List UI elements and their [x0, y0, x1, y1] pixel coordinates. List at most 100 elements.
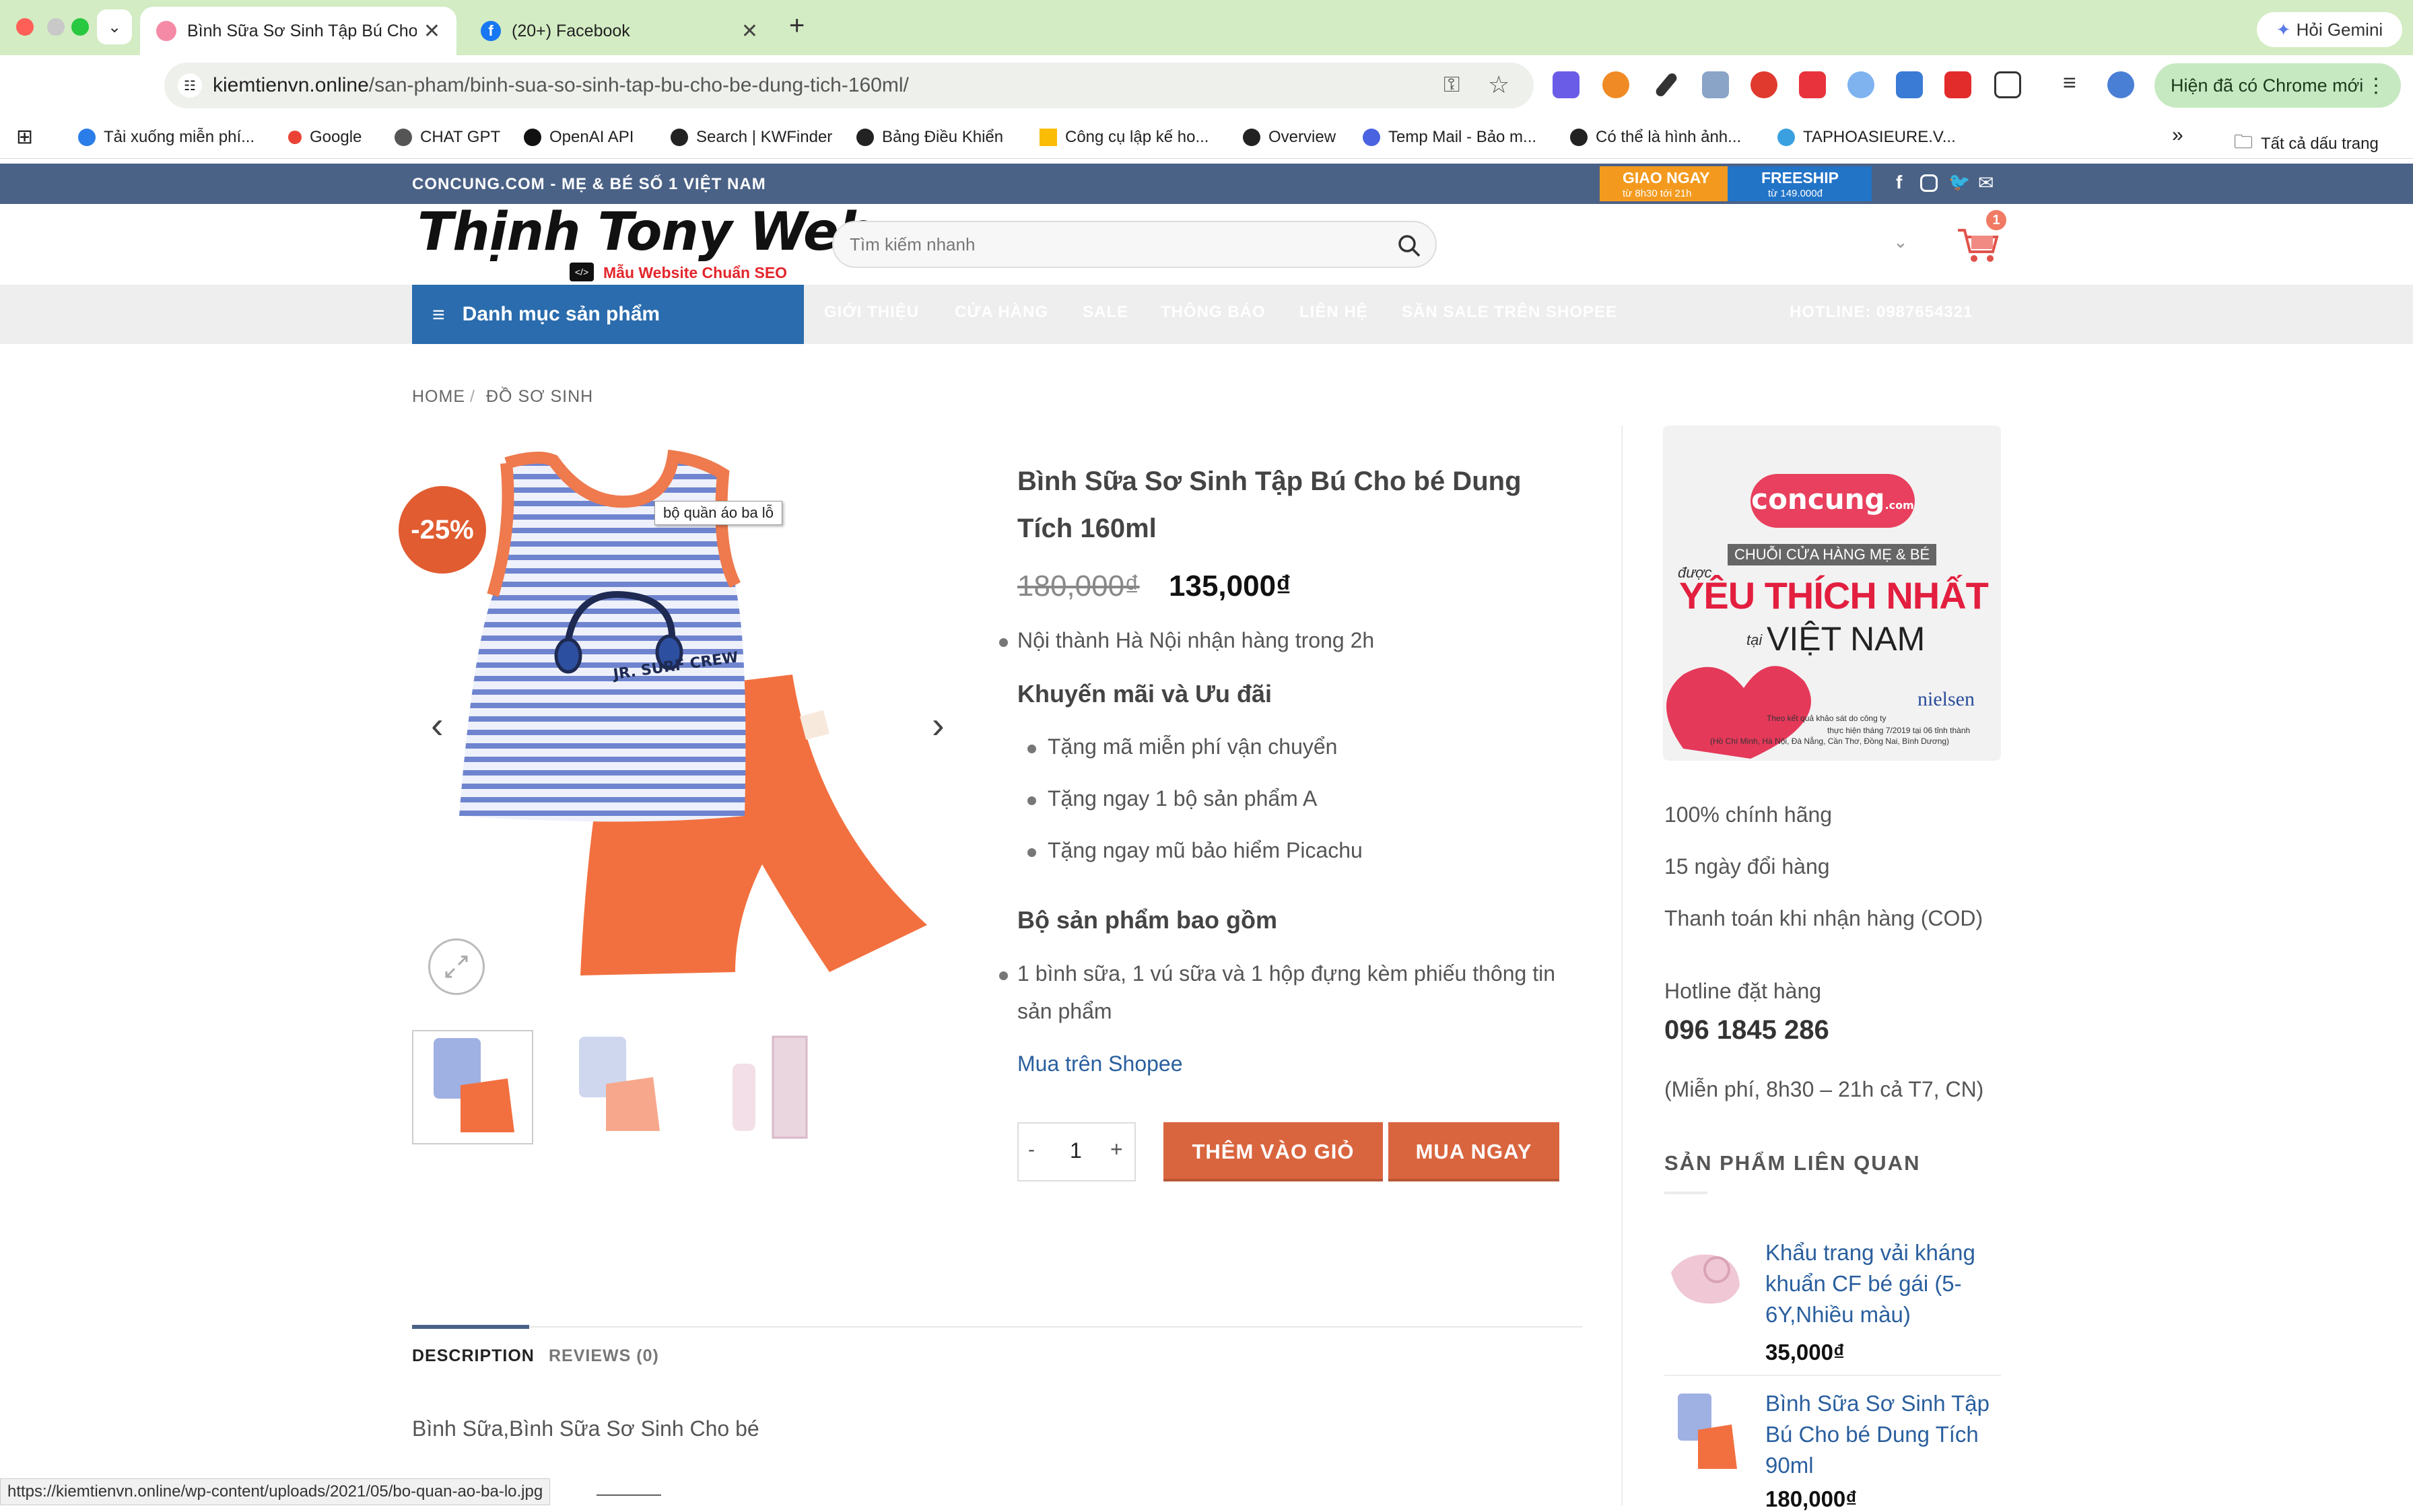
tab-reviews[interactable]: REVIEWS (0): [549, 1346, 659, 1366]
bookmark-item[interactable]: TAPHOASIEURE.V...: [1777, 128, 1956, 147]
bookmark-item[interactable]: Overview: [1243, 128, 1336, 147]
nav-item-shopee-sale[interactable]: SĂN SALE TRÊN SHOPEE: [1402, 303, 1617, 322]
nav-item-news[interactable]: THÔNG BÁO: [1161, 303, 1266, 322]
bookmark-item[interactable]: Tải xuống miễn phí...: [78, 128, 254, 147]
gallery-prev-icon[interactable]: ‹: [431, 703, 444, 747]
quantity-input[interactable]: 1: [1070, 1138, 1082, 1163]
quantity-minus-button[interactable]: -: [1028, 1138, 1035, 1161]
extensions-puzzle-icon[interactable]: [1994, 71, 2021, 98]
column-divider: [1621, 425, 1623, 1505]
nav-item-contact[interactable]: LIÊN HỆ: [1299, 303, 1368, 322]
email-icon[interactable]: ✉: [1978, 172, 1994, 194]
tab-active[interactable]: Bình Sữa Sơ Sinh Tập Bú Cho ✕: [140, 7, 456, 55]
tab-title: Bình Sữa Sơ Sinh Tập Bú Cho: [187, 21, 417, 40]
twitter-icon[interactable]: 🐦: [1948, 172, 1970, 193]
apps-grid-icon[interactable]: ⊞: [16, 125, 33, 149]
google-icon: [288, 131, 302, 144]
promo-fast-delivery[interactable]: GIAO NGAY từ 8h30 tới 21h: [1600, 166, 1728, 201]
password-key-icon[interactable]: ⚿: [1443, 72, 1460, 98]
nav-item-sale[interactable]: SALE: [1083, 303, 1128, 322]
minimize-window-icon[interactable]: [47, 18, 65, 36]
thumbnail-3[interactable]: [712, 1030, 834, 1144]
bookmark-item[interactable]: OpenAI API: [524, 128, 634, 147]
banner-chain-text: CHUỖI CỬA HÀNG MẸ & BÉ: [1728, 544, 1937, 565]
site-info-icon[interactable]: ☷: [178, 73, 202, 98]
gallery-next-icon[interactable]: ›: [932, 703, 945, 747]
extension-chart-icon[interactable]: [1896, 71, 1923, 98]
promo-banner[interactable]: concung.com CHUỖI CỬA HÀNG MẸ & BÉ được …: [1663, 425, 2001, 761]
bookmark-item[interactable]: Search | KWFinder: [671, 128, 832, 147]
extension-play-icon[interactable]: [1799, 71, 1826, 98]
bookmark-item[interactable]: Có thể là hình ảnh...: [1570, 128, 1741, 147]
chrome-update-button[interactable]: Hiện đã có Chrome mới ⋮: [2154, 63, 2401, 108]
profile-avatar[interactable]: [2107, 71, 2134, 98]
bookmarks-overflow-icon[interactable]: »: [2172, 124, 2183, 147]
instagram-icon[interactable]: [1920, 174, 1938, 192]
related-title[interactable]: 90ml: [1765, 1450, 1814, 1481]
account-dropdown-icon[interactable]: ⌄: [1893, 232, 1908, 252]
extension-s-icon[interactable]: [1751, 71, 1777, 98]
related-title[interactable]: Khẩu trang vải kháng: [1765, 1237, 1975, 1268]
bookmark-item[interactable]: Bảng Điều Khiển: [856, 128, 1003, 147]
facebook-icon[interactable]: f: [1896, 172, 1902, 193]
thumbnail-image: [434, 1038, 514, 1132]
search-input[interactable]: Tìm kiếm nhanh: [832, 221, 1437, 268]
ask-gemini-button[interactable]: ✦ Hỏi Gemini: [2257, 12, 2402, 47]
tab-description[interactable]: DESCRIPTION: [412, 1346, 535, 1366]
close-tab-icon[interactable]: ✕: [741, 20, 758, 43]
new-tab-button[interactable]: +: [789, 11, 805, 41]
maximize-window-icon[interactable]: [71, 18, 89, 36]
related-price: 35,000₫: [1765, 1340, 1845, 1365]
related-title[interactable]: Bình Sữa Sơ Sinh Tập: [1765, 1388, 1990, 1419]
site-top-bar: CONCUNG.COM - MẸ & BÉ SỐ 1 VIỆT NAM GIAO…: [0, 164, 2413, 204]
all-bookmarks[interactable]: 🗀 Tất cả dấu trang: [2234, 128, 2379, 160]
shopee-link[interactable]: Mua trên Shopee: [1017, 1052, 1183, 1076]
address-bar[interactable]: ☷ kiemtienvn.online/san-pham/binh-sua-so…: [164, 63, 1534, 108]
bookmark-item[interactable]: Công cụ lập kế ho...: [1040, 128, 1209, 147]
related-title[interactable]: khuẩn CF bé gái (5-: [1765, 1268, 1962, 1299]
zoom-button[interactable]: [428, 938, 485, 995]
extension-shield-icon[interactable]: [1702, 71, 1729, 98]
bookmark-item[interactable]: CHAT GPT: [395, 128, 500, 147]
close-window-icon[interactable]: [16, 18, 34, 36]
extension-globe-icon[interactable]: [1847, 71, 1874, 98]
promo-freeship[interactable]: FREESHIP từ 149.000đ: [1728, 166, 1872, 201]
related-title[interactable]: Bú Cho bé Dung Tích: [1765, 1419, 1979, 1450]
bookmark-item[interactable]: Temp Mail - Bảo m...: [1363, 128, 1536, 147]
tabs-divider: [412, 1326, 1582, 1328]
product-image[interactable]: JR. SURF CREW bộ quần áo ba lỗ ‹ ›: [412, 447, 975, 1010]
close-tab-icon[interactable]: ✕: [423, 20, 440, 43]
hotline-number[interactable]: 096 1845 286: [1664, 1015, 1829, 1045]
bookmark-star-icon[interactable]: ☆: [1488, 71, 1509, 99]
more-menu-icon[interactable]: ⋮: [2366, 74, 2386, 98]
perk-item: Thanh toán khi nhận hàng (COD): [1664, 906, 1983, 930]
thumbnail-1[interactable]: [412, 1030, 533, 1144]
cart-button[interactable]: 1: [1955, 210, 2006, 268]
search-icon[interactable]: [1396, 233, 1422, 259]
add-to-cart-button[interactable]: THÊM VÀO GIỎ: [1163, 1122, 1383, 1181]
breadcrumb-category[interactable]: ĐỒ SƠ SINH: [486, 387, 593, 407]
buy-now-button[interactable]: MUA NGAY: [1388, 1122, 1559, 1181]
category-menu-button[interactable]: ≡ Danh mục sản phẩm: [412, 285, 804, 344]
related-thumbnail-mask[interactable]: [1664, 1239, 1745, 1319]
tab-facebook[interactable]: f (20+) Facebook ✕: [465, 7, 774, 55]
bookmark-item[interactable]: Google: [288, 128, 362, 147]
nielsen-logo: nielsen: [1917, 688, 1975, 710]
hotline-label: Hotline đặt hàng: [1664, 979, 1822, 1003]
related-title[interactable]: 6Y,Nhiều màu): [1765, 1299, 1911, 1330]
related-thumbnail-bottle[interactable]: [1664, 1389, 1745, 1477]
nav-item-about[interactable]: GIỚI THIỆU: [824, 303, 919, 322]
site-logo[interactable]: Thịnh Tony Web: [417, 202, 876, 263]
thumbnail-image: [579, 1037, 660, 1131]
quantity-plus-button[interactable]: +: [1110, 1137, 1123, 1162]
nav-item-store[interactable]: CỬA HÀNG: [955, 303, 1048, 322]
extension-youtube-icon[interactable]: [1944, 71, 1971, 98]
tab-search-icon[interactable]: ⌄: [97, 9, 132, 44]
nav-hotline[interactable]: HOTLINE: 0987654321: [1790, 303, 1973, 322]
breadcrumb-home[interactable]: HOME: [412, 387, 465, 407]
extension-circle-icon[interactable]: [1602, 71, 1629, 98]
thumbnail-2[interactable]: [559, 1030, 680, 1144]
extension-d-icon[interactable]: [1553, 71, 1579, 98]
media-controls-icon[interactable]: ≡: [2063, 70, 2076, 96]
bookmarks-bar: ⊞ Tải xuống miễn phí... Google CHAT GPT …: [0, 116, 2413, 159]
